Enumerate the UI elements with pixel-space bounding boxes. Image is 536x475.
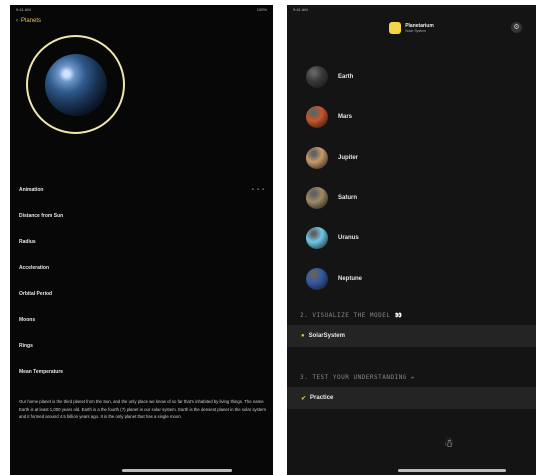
home-indicator[interactable] <box>122 469 232 472</box>
planet-name: Mars <box>338 114 353 121</box>
fact-row: Acceleration <box>10 255 273 281</box>
planet-list: Earth Mars Jupiter Saturn Uranus Neptune <box>287 57 536 299</box>
fact-row[interactable]: Animation • • • <box>10 177 273 203</box>
planet-description: Our home planet is the third planet from… <box>19 399 266 419</box>
planet-image-frame <box>26 35 125 134</box>
planet-row-uranus[interactable]: Uranus <box>287 218 536 258</box>
planet-row-earth[interactable]: Earth <box>287 57 536 97</box>
earth-image <box>44 53 107 116</box>
practice-button[interactable]: ✔ Practice <box>287 387 536 409</box>
section-heading: 3. TEST YOUR UNDERSTANDING ✏ <box>300 373 416 381</box>
planet-icon <box>306 227 328 250</box>
status-time: 9:41 AM <box>293 7 308 12</box>
app-header: Planetarium Solar System ⚙ <box>287 15 536 41</box>
planet-row-neptune[interactable]: Neptune <box>287 258 536 298</box>
planet-icon <box>306 146 328 169</box>
fact-row: Moons <box>10 307 273 333</box>
app-subtitle: Solar System <box>405 29 426 33</box>
check-icon: ✔ <box>301 395 307 402</box>
back-label: Planets <box>21 18 42 24</box>
section-heading: 2. VISUALIZE THE MODEL 👀 <box>300 311 403 319</box>
status-battery: 100% <box>256 7 267 12</box>
astronaut-icon[interactable]: ☃ <box>444 437 454 450</box>
planet-row-mars[interactable]: Mars <box>287 97 536 137</box>
status-time: 9:41 AM <box>16 7 31 12</box>
fact-label: Rings <box>19 343 33 349</box>
status-bar: 9:41 AM <box>287 5 536 15</box>
planet-icon <box>306 106 328 129</box>
planet-name: Saturn <box>338 195 358 202</box>
chevron-left-icon: ‹ <box>16 18 18 24</box>
fact-label: Acceleration <box>19 265 50 271</box>
fact-label: Orbital Period <box>19 291 53 297</box>
more-dots-icon[interactable]: • • • <box>252 187 265 193</box>
fact-row: Orbital Period <box>10 281 273 307</box>
fact-label: Animation <box>19 187 44 193</box>
app-icon <box>389 22 402 34</box>
fact-row: Radius <box>10 229 273 255</box>
test-section: 3. TEST YOUR UNDERSTANDING ✏ ✔ Practice <box>287 367 536 409</box>
practice-label: Practice <box>310 395 334 401</box>
home-indicator[interactable] <box>398 469 506 472</box>
fact-label: Moons <box>19 317 36 323</box>
visualize-section: 2. VISUALIZE THE MODEL 👀 ● SolarSystem <box>287 305 536 347</box>
fact-row: Mean Temperature <box>10 359 273 385</box>
fact-label: Mean Temperature <box>19 369 64 375</box>
planet-icon <box>306 66 328 89</box>
planet-name: Earth <box>338 74 354 81</box>
fact-label: Radius <box>19 239 36 245</box>
planet-icon <box>306 187 328 210</box>
planet-name: Neptune <box>338 275 362 282</box>
planet-name: Jupiter <box>338 154 359 161</box>
fact-row: Distance from Sun <box>10 203 273 229</box>
facts-list: Animation • • • Distance from Sun Radius … <box>10 177 273 385</box>
planet-name: Uranus <box>338 235 359 242</box>
solar-system-button[interactable]: ● SolarSystem <box>287 325 536 347</box>
planet-row-saturn[interactable]: Saturn <box>287 178 536 218</box>
back-button[interactable]: ‹ Planets <box>10 15 273 27</box>
planet-row-jupiter[interactable]: Jupiter <box>287 138 536 178</box>
status-bar: 9:41 AM 100% <box>10 5 273 15</box>
solar-system-label: SolarSystem <box>308 333 345 339</box>
fact-row: Rings <box>10 333 273 359</box>
dot-icon: ● <box>301 333 305 339</box>
fact-label: Distance from Sun <box>19 213 64 219</box>
planet-icon <box>306 267 328 290</box>
planet-list-screen: 9:41 AM Planetarium Solar System ⚙ Earth… <box>287 5 536 475</box>
gear-icon[interactable]: ⚙ <box>511 22 522 33</box>
planet-detail-screen: 9:41 AM 100% ‹ Planets Animation • • • Di… <box>10 5 273 475</box>
